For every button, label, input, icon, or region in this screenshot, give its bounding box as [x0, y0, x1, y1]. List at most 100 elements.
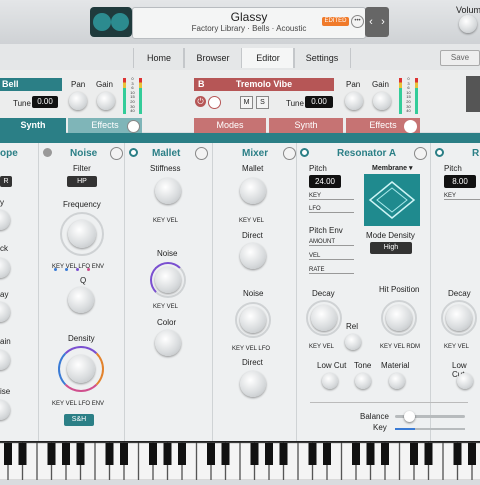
black-key[interactable] [323, 443, 331, 465]
layer-b-gain-knob[interactable] [373, 92, 391, 110]
mixer-mallet-label: Mallet [242, 164, 263, 173]
tab-home[interactable]: Home [133, 48, 185, 68]
black-key[interactable] [149, 443, 157, 465]
layer-b-solo-button[interactable]: S [256, 96, 269, 109]
resonator-decay-knob[interactable] [311, 305, 337, 331]
black-key[interactable] [62, 443, 70, 465]
resonator-env-rate[interactable]: RATE [309, 267, 354, 274]
layer-b-mute-button[interactable]: M [240, 96, 253, 109]
layer-a-pan-knob[interactable] [69, 92, 87, 110]
noise-more-icon[interactable] [110, 147, 123, 160]
noise-sh-button[interactable]: S&H [64, 414, 94, 426]
resonator-pitch-value[interactable]: 24.00 [309, 175, 341, 188]
black-key[interactable] [178, 443, 186, 465]
mixer-mallet-knob[interactable] [240, 178, 266, 204]
layer-b-more-icon[interactable] [208, 96, 221, 109]
layer-b-tab-synth[interactable]: Synth [269, 118, 343, 133]
black-key[interactable] [425, 443, 433, 465]
black-key[interactable] [19, 443, 27, 465]
resonator-b-power-icon[interactable] [435, 148, 444, 157]
noise-density-knob[interactable] [67, 355, 95, 383]
mallet-color-knob[interactable] [155, 330, 181, 356]
black-key[interactable] [280, 443, 288, 465]
layer-a-effects-more-icon[interactable] [127, 120, 140, 133]
noise-frequency-knob[interactable] [68, 220, 96, 248]
mallet-stiffness-knob[interactable] [155, 178, 181, 204]
tab-settings[interactable]: Settings [293, 48, 351, 68]
mixer-direct2-knob[interactable] [240, 371, 266, 397]
resonator-power-icon[interactable] [300, 148, 309, 157]
app-logo[interactable] [90, 7, 132, 37]
resonator-env-vel[interactable]: VEL [309, 253, 354, 260]
mixer-noise-knob[interactable] [240, 307, 266, 333]
layer-b-header[interactable]: B Tremolo Vibe [194, 78, 334, 91]
mixer-more-icon[interactable] [283, 147, 296, 160]
balance-slider-thumb[interactable] [404, 411, 415, 422]
resonator-model-select[interactable]: Membrane ▾ [372, 164, 412, 172]
layer-a-name[interactable]: Bell [0, 78, 62, 91]
piano-keyboard[interactable] [0, 441, 480, 480]
black-key[interactable] [164, 443, 172, 465]
resonator-pitch-env-label: Pitch Env [309, 226, 343, 235]
black-key[interactable] [410, 443, 418, 465]
black-key[interactable] [454, 443, 462, 465]
tab-editor[interactable]: Editor [241, 48, 295, 68]
noise-filter-select[interactable]: HP [67, 176, 97, 187]
black-key[interactable] [207, 443, 215, 465]
layer-b-pan-knob[interactable] [345, 92, 363, 110]
layer-b-tune-value[interactable]: 0.00 [305, 96, 333, 108]
black-key[interactable] [251, 443, 259, 465]
black-key[interactable] [48, 443, 56, 465]
black-key[interactable] [367, 443, 375, 465]
black-key[interactable] [381, 443, 389, 465]
layer-b-power-icon[interactable]: ⏻ [195, 96, 206, 107]
prev-preset-button[interactable]: ‹ [365, 7, 377, 37]
resonator-lowcut-knob[interactable] [322, 373, 338, 389]
resonator-more-icon[interactable] [414, 147, 427, 160]
resonator-b-decay-label: Decay [448, 289, 471, 298]
envelope-mode-value[interactable]: R [0, 176, 12, 187]
black-key[interactable] [309, 443, 317, 465]
black-key[interactable] [120, 443, 128, 465]
resonator-env-amount[interactable]: AMOUNT [309, 239, 354, 246]
preset-more-button[interactable]: ••• [351, 15, 364, 28]
volume-knob[interactable] [459, 15, 477, 33]
black-key[interactable] [468, 443, 476, 465]
mixer-direct-knob[interactable] [240, 243, 266, 269]
save-button[interactable]: Save [440, 50, 480, 66]
mallet-more-icon[interactable] [195, 147, 208, 160]
tab-browser[interactable]: Browser [183, 48, 243, 68]
resonator-b-lowcut-knob[interactable] [457, 373, 473, 389]
resonator-hit-label: Hit Position [379, 285, 419, 294]
layer-a-tab-synth[interactable]: Synth [0, 118, 66, 133]
black-key[interactable] [352, 443, 360, 465]
envelope-label-4: ain [0, 337, 11, 346]
envelope-label-3: ay [0, 290, 8, 299]
black-key[interactable] [265, 443, 273, 465]
black-key[interactable] [222, 443, 230, 465]
layer-a-gain-knob[interactable] [97, 92, 115, 110]
resonator-b-decay-knob[interactable] [446, 305, 472, 331]
resonator-rel-knob[interactable] [345, 334, 361, 350]
resonator-mod-lfo[interactable]: LFO [309, 206, 354, 213]
layer-b-tab-modes[interactable]: Modes [194, 118, 266, 133]
mallet-noise-knob[interactable] [155, 267, 181, 293]
resonator-mode-density-value[interactable]: High [370, 242, 412, 254]
layer-b-effects-more-icon[interactable] [404, 120, 417, 133]
ab-link-button[interactable] [466, 76, 480, 112]
mallet-stiffness-tags: KEY VEL [153, 218, 178, 224]
resonator-b-pitch-value[interactable]: 8.00 [444, 175, 476, 188]
resonator-mod-key[interactable]: KEY [309, 193, 354, 200]
resonator-hit-knob[interactable] [386, 305, 412, 331]
layer-a-tune-value[interactable]: 0.00 [32, 96, 58, 108]
mallet-power-icon[interactable] [129, 148, 138, 157]
resonator-b-mod-key[interactable]: KEY [444, 193, 480, 200]
noise-q-knob[interactable] [68, 287, 94, 313]
black-key[interactable] [106, 443, 114, 465]
noise-power-icon[interactable] [43, 148, 52, 157]
next-preset-button[interactable]: › [377, 7, 389, 37]
resonator-material-knob[interactable] [389, 373, 405, 389]
resonator-tone-knob[interactable] [355, 373, 371, 389]
black-key[interactable] [77, 443, 85, 465]
black-key[interactable] [4, 443, 12, 465]
